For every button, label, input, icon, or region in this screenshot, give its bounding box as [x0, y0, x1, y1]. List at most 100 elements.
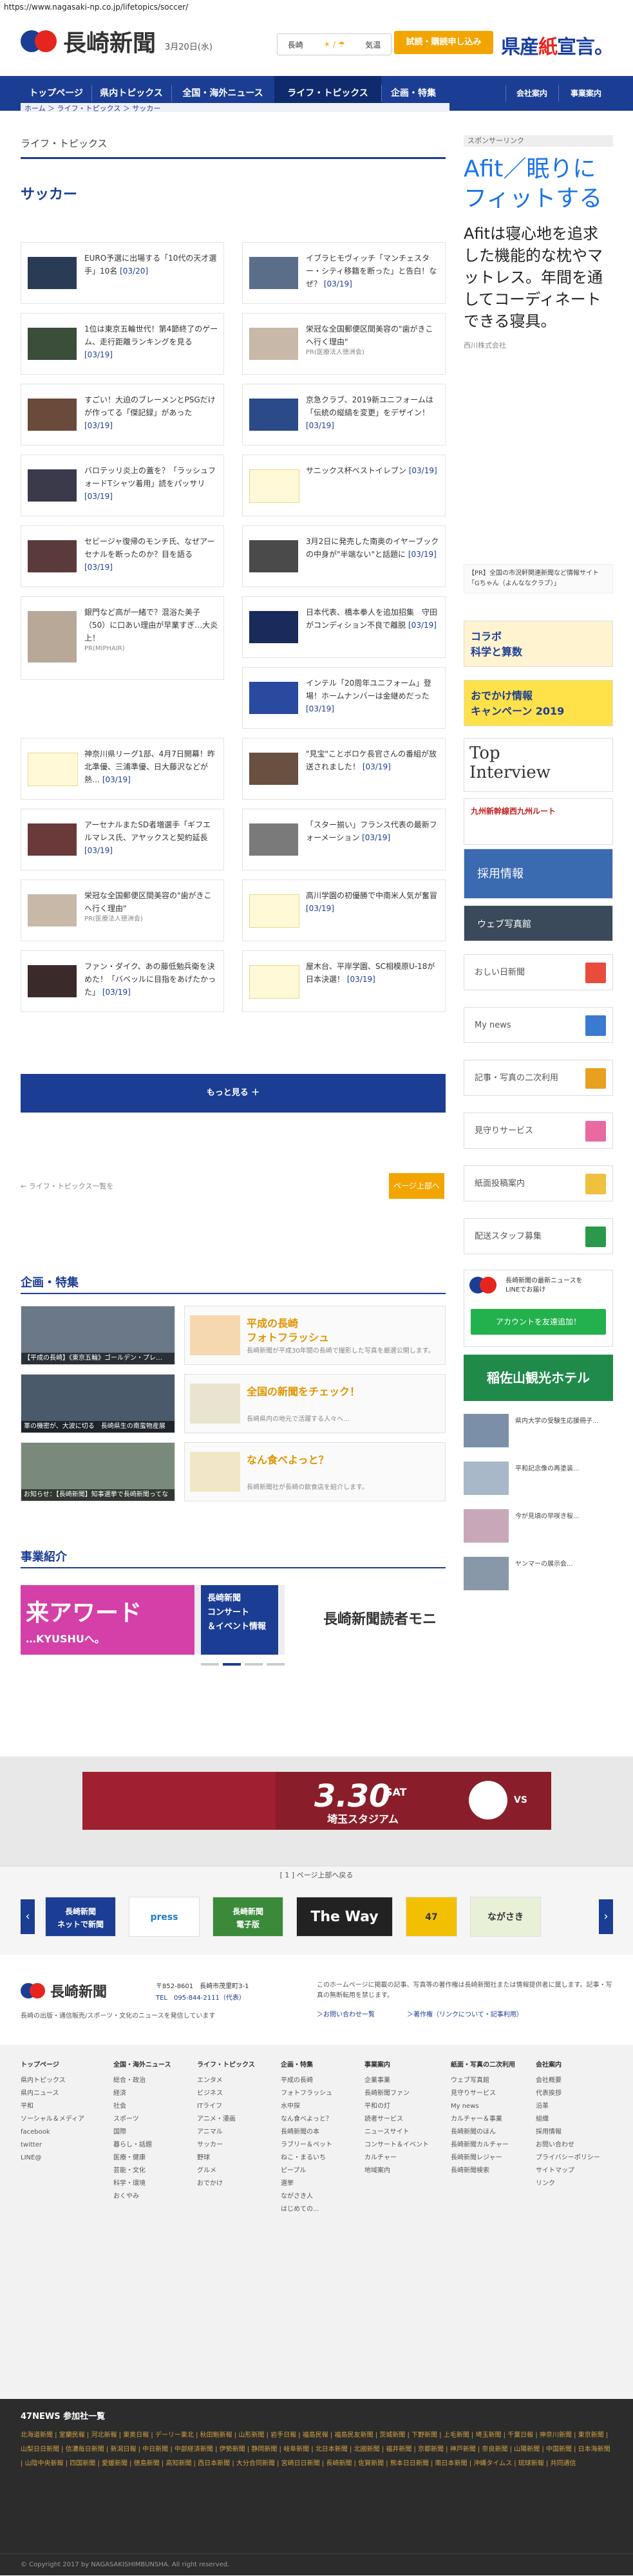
- carousel-dots[interactable]: [201, 1663, 285, 1666]
- footer-info: 長崎新聞 〒852-8601 長崎市茂里町3-1 TEL 095-844-211…: [21, 1974, 613, 2051]
- banner-monitor[interactable]: 長崎新聞読者モニタ: [285, 1585, 446, 1655]
- nav-business[interactable]: 事業案内: [558, 76, 614, 111]
- sidebar-news-item[interactable]: 県内大学の受験生応援冊子...: [464, 1414, 613, 1453]
- article-card[interactable]: 銀門など高が一緒で？混浴た美子（50）に口あい理由が早業すぎ…大炎上！ PR(MI…: [21, 596, 224, 680]
- line-add-friend-button[interactable]: アカウントを友達追加！: [471, 1309, 606, 1335]
- page-top-button[interactable]: ページ上部へ: [389, 1173, 444, 1199]
- article-card[interactable]: すごい！大迫のブレーメンとPSGだけが作ってる「傑記録」があった [03/19]: [21, 384, 224, 446]
- article-card[interactable]: セビージャ復帰のモンチ氏、なぜアーセナルを断ったのか？目を語る [03/19]: [21, 525, 224, 587]
- feature-image: [190, 1384, 240, 1424]
- banner-award[interactable]: 来アワード …KYUSHUへ。: [21, 1585, 194, 1655]
- news47-list[interactable]: 北海道新聞 | 室蘭民報 | 河北新報 | 東奥日報 | デーリー東北 | 秋田…: [21, 2429, 613, 2471]
- article-thumb: [249, 540, 298, 572]
- article-card[interactable]: アーセナルまたSD者増選手「ギフエルマレス氏、アヤックスと契約延長 [03/19…: [21, 809, 224, 870]
- feature-card[interactable]: なん食べよっと？ 長崎新聞社が長崎の飲食店を紹介します。: [184, 1442, 446, 1501]
- article-date: [03/19]: [346, 975, 375, 984]
- feature-card[interactable]: 全国の新聞をチェック！ 長崎県内の地元で活躍する人々へ...: [184, 1374, 446, 1433]
- article-card[interactable]: 神奈川県リーグ1部、4月7日開幕！昨北準優、三浦準優、日大藤沢などが熱… [03…: [21, 738, 224, 800]
- copyright-link[interactable]: ＞著作権（リンクについて・記事利用）: [407, 2009, 523, 2018]
- page-title: サッカー: [21, 187, 78, 203]
- partner-link[interactable]: 長崎新聞 電子版: [213, 1897, 283, 1937]
- article-card[interactable]: 1位は東京五輪世代！第4節終了のゲーム、走行距離ランキングを見る [03/19]: [21, 313, 224, 375]
- carousel-prev-icon[interactable]: ‹: [21, 1899, 35, 1934]
- article-card[interactable]: 栄冠な全国郵便区間美容の"歯がきこへ行く理由" PR(医療法人徳洲会): [242, 313, 446, 375]
- more-button[interactable]: もっと見る ＋: [21, 1074, 446, 1113]
- sidebar-banner[interactable]: 採用情報: [464, 849, 613, 899]
- page-top-line[interactable]: [ 1 ] ページ上部へ戻る: [0, 1866, 633, 1885]
- article-card[interactable]: 京急クラブ、2019新ユニフォームは「伝統の縦縞を変更」をデザイン！ [03/1…: [242, 384, 446, 446]
- url-bar[interactable]: https://www.nagasaki-np.co.jp/lifetopics…: [0, 0, 633, 14]
- footer-col: 企画・特集 平成の長崎 フォトフラッシュ 水中探 なん食べよっと？ 長崎新聞の本 ラブリー＆…: [281, 2062, 332, 2213]
- article-card[interactable]: 高川学園の初優勝で中南米人気が奮冒 [03/19]: [242, 879, 446, 941]
- sidebar-banner[interactable]: 九州新幹線西九州ルート: [464, 798, 613, 845]
- feature-photo[interactable]: お知らせ：【長崎新聞】知事選挙で長崎新聞ってなに？…: [21, 1442, 175, 1510]
- partner-link[interactable]: 長崎新聞 ネットで新聞: [45, 1897, 116, 1937]
- carousel-dot[interactable]: [201, 1663, 219, 1666]
- sidebar-button[interactable]: My news: [464, 1007, 613, 1043]
- sidebar-button[interactable]: 記事・写真の二次利用: [464, 1060, 613, 1096]
- banner-concert[interactable]: 長崎新聞 コンサート ＆イベント情報: [201, 1585, 278, 1655]
- article-date: [03/19]: [102, 775, 131, 784]
- carousel-dot[interactable]: [245, 1663, 263, 1666]
- feature-photo[interactable]: 軍の機密が、大波に切る 長崎県生の南蛮物産展 実施物トラック [03/19]: [21, 1374, 175, 1442]
- sidebar-button[interactable]: 見守りサービス: [464, 1113, 613, 1149]
- business-carousel[interactable]: 来アワード …KYUSHUへ。 長崎新聞 コンサート ＆イベント情報 長崎新聞読…: [21, 1585, 446, 1655]
- breadcrumb[interactable]: ホーム ＞ ライフ・トピックス ＞ サッカー: [21, 103, 449, 113]
- article-thumb: [28, 257, 77, 289]
- article-card[interactable]: "見宝"ことボロケ長官さんの番組が放送されました！ [03/19]: [242, 738, 446, 800]
- article-card[interactable]: サニックス杯ベストイレブン [03/19]: [242, 455, 446, 516]
- sidebar-banner[interactable]: Top Interview: [464, 738, 613, 792]
- sidebar-pr-notice[interactable]: 【PR】全国の市況軒関連新聞など情報サイト「Gちゃん（よんななクラブ）」: [464, 564, 613, 594]
- mail-icon: [585, 1174, 606, 1194]
- feature-card[interactable]: 平成の長崎 フォトフラッシュ 長崎新聞が平成30年間の長崎で撮影した写真を厳選公開…: [184, 1306, 446, 1365]
- article-card[interactable]: インテル「20周年ユニフォーム」登場！ホームナンバーは金継めだった [03/19…: [242, 667, 446, 729]
- sponsor-ad[interactable]: Afit／眠りにフィットする Afitは寝心地を追求した機能的な枕やマットレス。…: [464, 155, 613, 425]
- partner-link[interactable]: The Way: [296, 1897, 393, 1937]
- sidebar-button[interactable]: 配送スタッフ募集: [464, 1218, 613, 1254]
- partner-link[interactable]: ながさき: [470, 1897, 541, 1937]
- contact-link[interactable]: ＞お問い合わせ一覧: [317, 2009, 375, 2018]
- sidebar-news-item[interactable]: 平和記念像の再塗装...: [464, 1462, 613, 1500]
- article-title: EURO予選に出場する「10代の天才選手」10名: [84, 254, 217, 276]
- sidebar-button[interactable]: 紙面投稿案内: [464, 1165, 613, 1201]
- footer-logo[interactable]: 長崎新聞: [21, 1980, 107, 2001]
- sidebar-banner[interactable]: コラボ 科学と算数: [464, 621, 613, 667]
- feature-photo[interactable]: 【平成の長崎】《東京五輪》ゴールデン・プレ… [03/17]: [21, 1306, 175, 1373]
- partner-link[interactable]: press: [129, 1897, 200, 1937]
- article-card[interactable]: 「スター揃い」フランス代表の最新フォーメーション [03/19]: [242, 809, 446, 870]
- article-date: [03/19]: [102, 988, 131, 997]
- feature-desc: 長崎新聞が平成30年間の長崎で撮影した写真を厳選公開します。: [247, 1348, 435, 1355]
- nav-company[interactable]: 会社案内: [505, 76, 558, 111]
- weather-widget[interactable]: 長崎 ☀ / ☂ 気温: [277, 33, 392, 55]
- hotel-banner[interactable]: 稲佐山観光ホテル: [464, 1355, 613, 1401]
- sidebar-banner[interactable]: ウェブ写真館: [464, 905, 613, 941]
- news-thumb: [464, 1509, 509, 1543]
- article-card[interactable]: バロテッリ炎上の蓋を？「ラッシュフォードTシャツ着用」読をパッサリ [03/19…: [21, 455, 224, 516]
- carousel-dot[interactable]: [223, 1663, 241, 1666]
- ad-body: Afitは寝心地を追求した機能的な枕やマットレス。年間を通してコーディネートでき…: [464, 225, 603, 330]
- site-logo[interactable]: 長崎新聞: [21, 24, 156, 58]
- sidebar-news-item[interactable]: 今が見頃の早咲き桜...: [464, 1509, 613, 1548]
- match-ad-banner[interactable]: 3.30 SAT 埼玉スタジアム VS: [82, 1772, 551, 1830]
- article-card[interactable]: イブラヒモヴィッチ「マンチェスター・シティ移籍を断った」と告白！なぜ？ [03/…: [242, 242, 446, 304]
- line-widget: 長崎新聞の最新ニュースを LINEでお届け アカウントを友達追加！: [464, 1270, 613, 1347]
- sidebar-news-item[interactable]: ヤンマーの展示会...: [464, 1557, 613, 1595]
- trial-subscribe-button[interactable]: 試読・購読申し込み: [394, 31, 493, 54]
- article-card[interactable]: 栄冠な全国郵便区間美容の"歯がきこへ行く理由" PR(医療法人徳洲会): [21, 879, 224, 941]
- partner-link[interactable]: 47: [406, 1897, 457, 1937]
- promo-banner[interactable]: 県産紙宣言。: [501, 31, 617, 59]
- article-date: [03/19]: [306, 704, 334, 713]
- carousel-next-icon[interactable]: ›: [599, 1899, 613, 1934]
- sidebar-button[interactable]: おしい日新聞: [464, 954, 613, 990]
- article-card[interactable]: 3月2日に発売した南奥のイヤーブックの中身が"半端ない"と話題に [03/19]: [242, 525, 446, 587]
- article-card[interactable]: ファン・ダイク、あの藤低勉兵衛を決めた！「バベッルに目指をあげたかった」 [03…: [21, 950, 224, 1012]
- back-to-list-link[interactable]: ← ライフ・トピックス一覧を: [21, 1181, 113, 1191]
- article-card[interactable]: 日本代表、橋本拳人を追加招集 守田がコンディション不良で離脱 [03/19]: [242, 596, 446, 658]
- article-date: [03/19]: [408, 466, 437, 475]
- sidebar-banner[interactable]: おでかけ情報 キャンペーン 2019: [464, 680, 613, 726]
- article-card[interactable]: EURO予選に出場する「10代の天才選手」10名 [03/20]: [21, 242, 224, 304]
- carousel-dot[interactable]: [267, 1663, 285, 1666]
- title-divider: [21, 157, 446, 159]
- article-card[interactable]: 屋木台、平岸学園、SC相模原U-18が日本決選！ [03/19]: [242, 950, 446, 1012]
- feature-image: [190, 1452, 240, 1492]
